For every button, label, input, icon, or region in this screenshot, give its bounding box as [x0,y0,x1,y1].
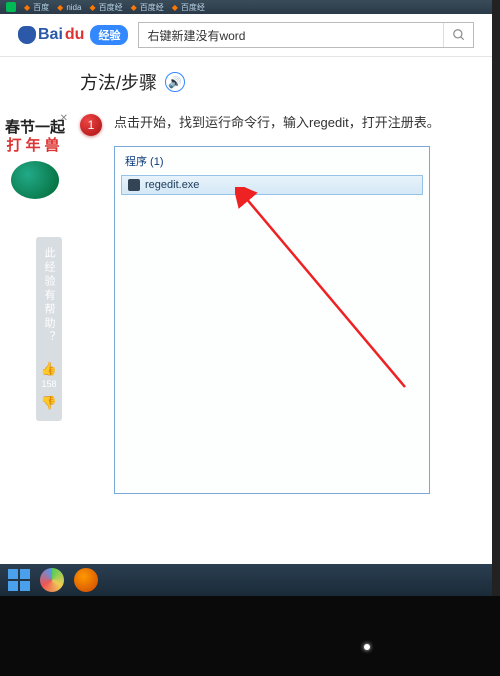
sound-icon[interactable]: 🔊 [165,72,185,92]
taskbar [0,564,492,596]
annotation-arrow [235,187,425,407]
browser-tab-strip: ◆百度 ◆nida ◆百度经 ◆百度经 ◆百度经 [0,0,492,14]
thumbs-up-icon[interactable]: 👍 [41,361,57,377]
result-text: regedit.exe [145,179,199,191]
bluetooth-icon [6,2,16,12]
side-promo[interactable]: ✕ 春节一起 打年兽 [2,119,68,199]
browser-tab[interactable]: ◆百度经 [131,2,164,13]
feedback-rail: 此经验有帮助？ 👍 158 👎 [36,237,62,421]
dragon-mascot [11,161,59,199]
browser-tab[interactable]: ◆百度经 [89,2,122,13]
thumbs-down-icon[interactable]: 👎 [41,395,57,411]
baidu-logo[interactable]: Baidu 经验 [18,25,128,45]
browser-tab[interactable]: ◆百度 [24,2,49,13]
browser-tab[interactable]: ◆nida [57,3,81,12]
feedback-label: 此经验有帮助？ [41,247,57,345]
program-label: 程序 (1) [115,147,429,173]
browser-tab[interactable]: ◆百度经 [172,2,205,13]
search-box [138,22,474,48]
section-title: 方法/步骤 🔊 [80,69,492,95]
screenshot-panel: 程序 (1) regedit.exe [114,146,430,494]
like-count: 158 [41,379,56,389]
step-item: 1 点击开始，找到运行命令行，输入regedit，打开注册表。 [80,113,492,136]
search-input[interactable] [139,23,443,47]
taskbar-app[interactable] [74,568,98,592]
jingyan-badge: 经验 [90,25,128,45]
step-number: 1 [80,114,102,136]
power-led [364,644,370,650]
close-icon[interactable]: ✕ [60,113,68,125]
page-header: Baidu 经验 [0,14,492,57]
start-button[interactable] [8,569,30,591]
search-result-item[interactable]: regedit.exe [121,175,423,195]
paw-icon [18,26,36,44]
exe-icon [128,179,140,191]
taskbar-app[interactable] [40,568,64,592]
step-text: 点击开始，找到运行命令行，输入regedit，打开注册表。 [114,113,440,136]
search-button[interactable] [443,23,473,47]
search-icon [452,28,466,42]
monitor-bezel [0,596,500,676]
